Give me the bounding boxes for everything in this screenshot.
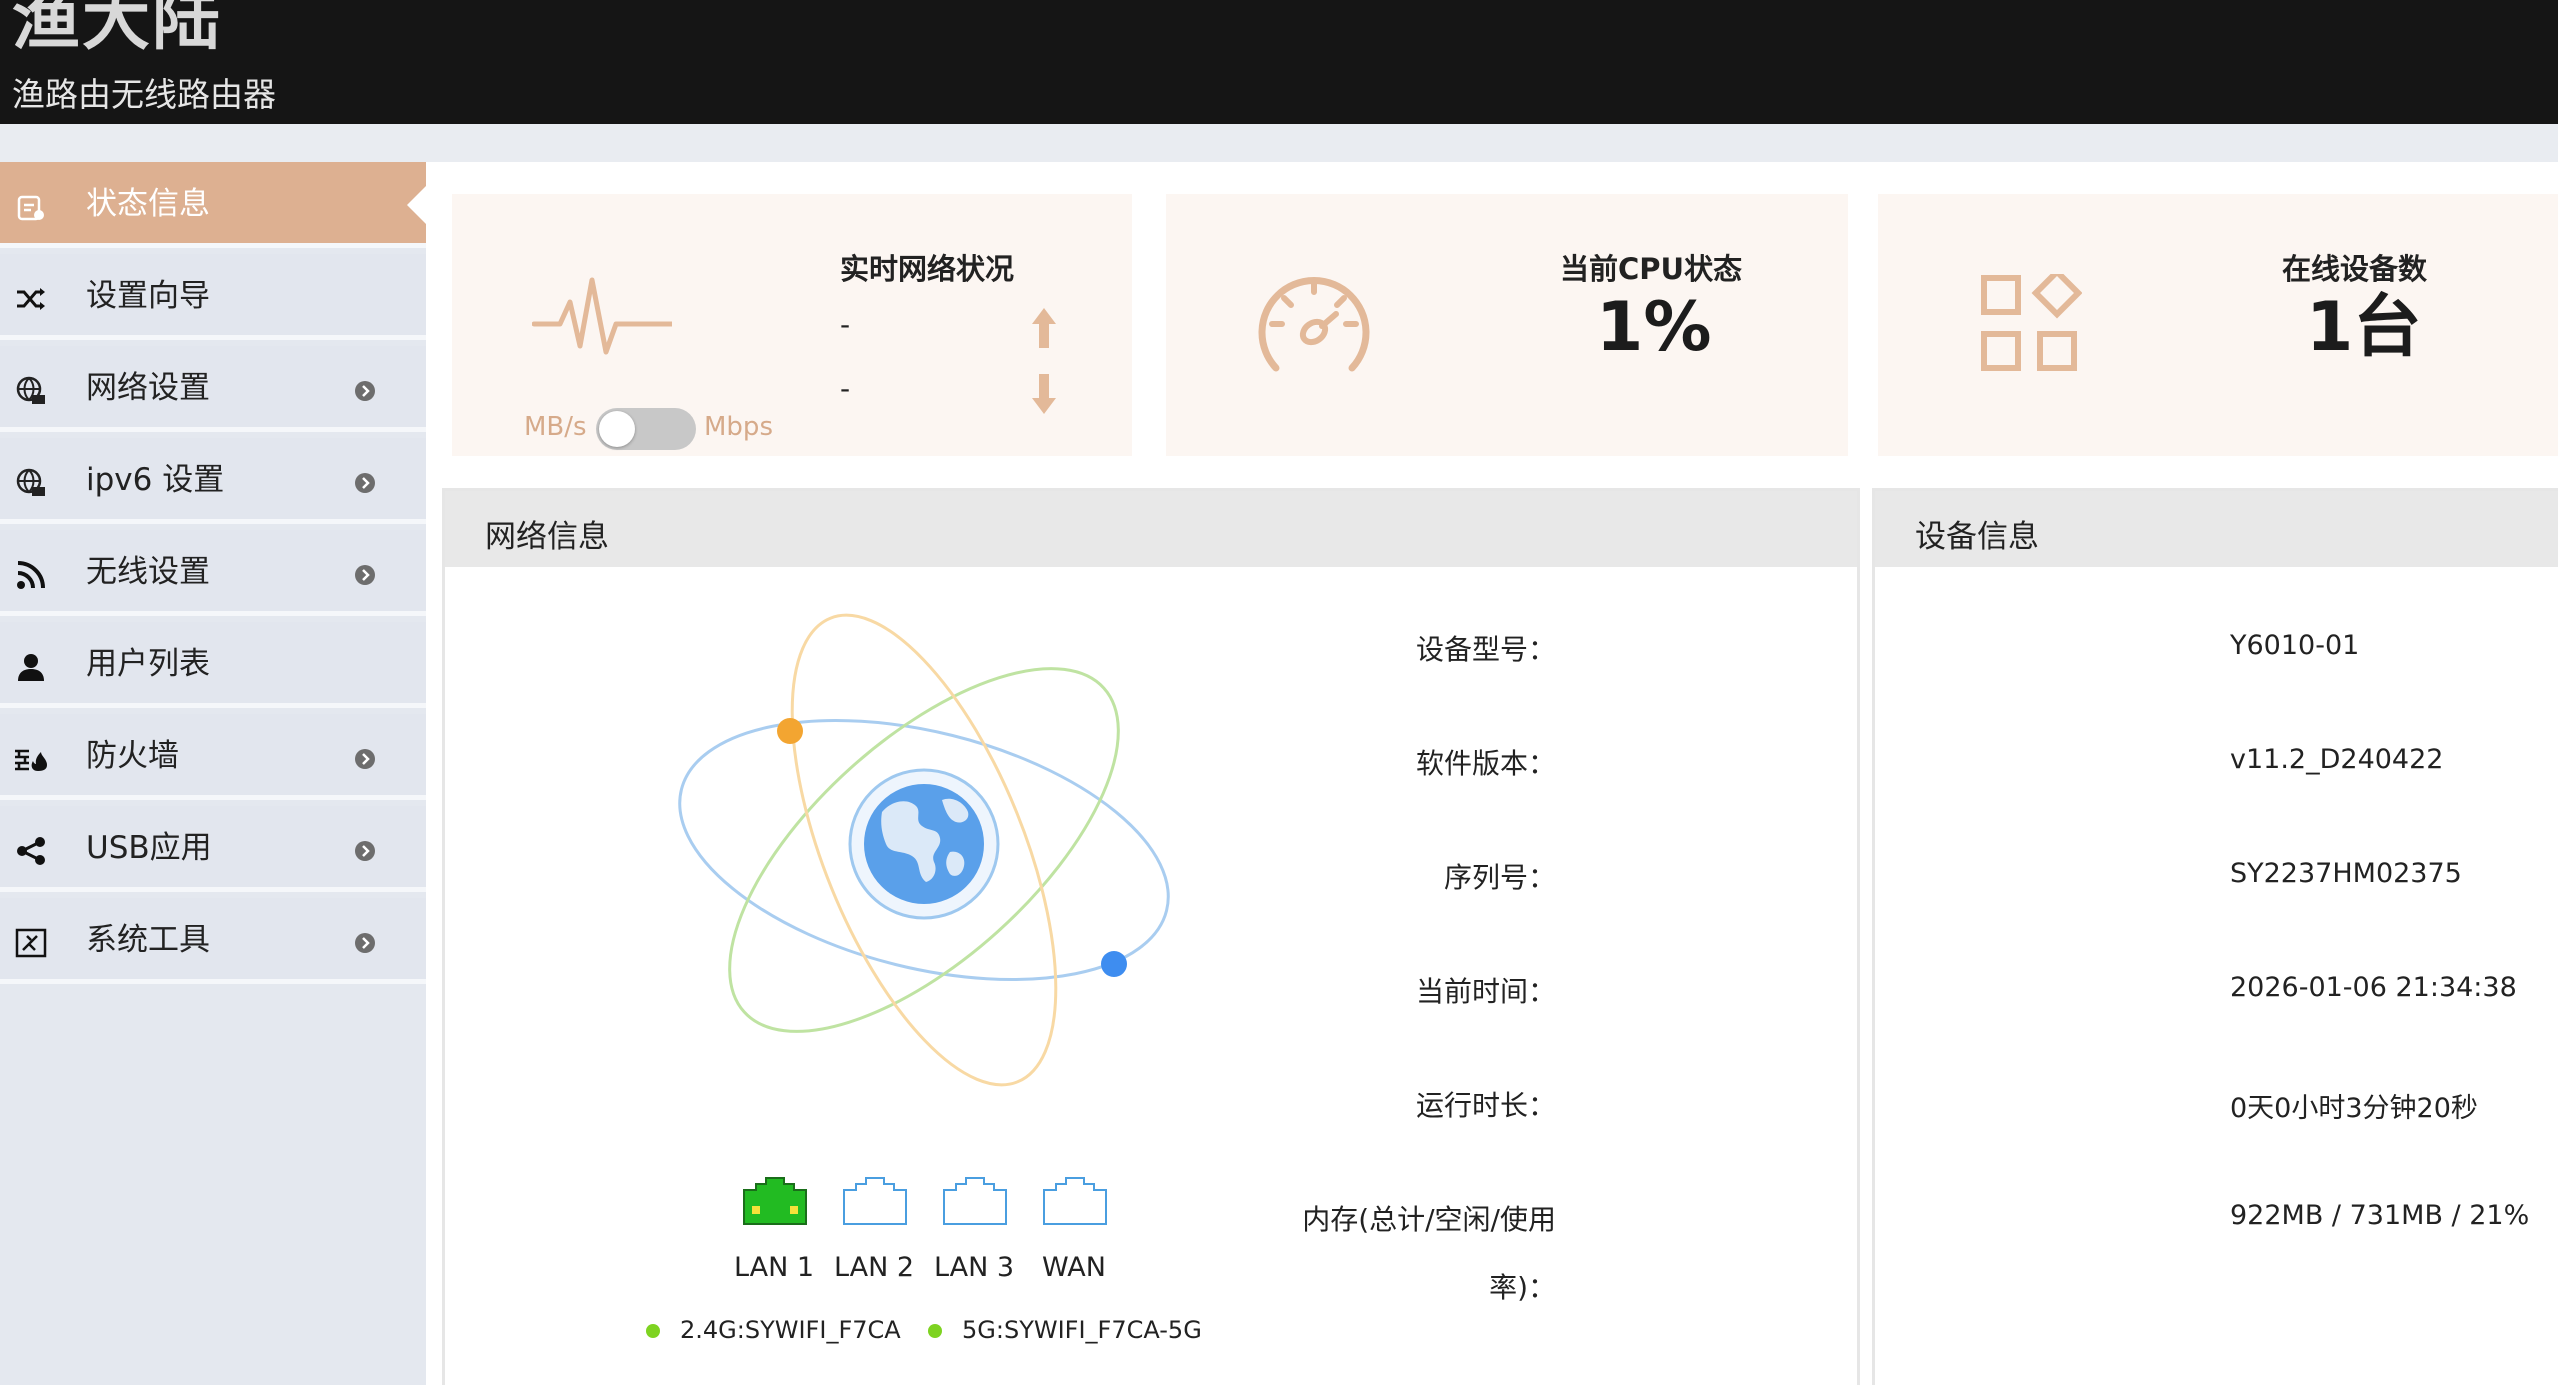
sidebar-item-label: 系统工具 xyxy=(86,922,210,958)
device-model-label: 设备型号： xyxy=(1415,633,1556,666)
chevron-right-icon xyxy=(355,841,375,861)
sidebar-item-usb[interactable]: USB应用 xyxy=(0,806,426,892)
apps-grid-icon xyxy=(1981,274,2082,371)
chevron-right-icon xyxy=(355,381,375,401)
port-label-lan1: LAN 1 xyxy=(733,1252,815,1283)
device-info-panel: 设备信息 xyxy=(1872,488,2558,1385)
unit-toggle[interactable] xyxy=(596,408,696,450)
unit-mbps-label: Mbps xyxy=(704,412,773,442)
sidebar-item-label: ipv6 设置 xyxy=(86,462,225,498)
sidebar-item-wizard[interactable]: 设置向导 xyxy=(0,254,426,340)
sidebar-item-label: 状态信息 xyxy=(86,186,210,222)
unit-mbs-label: MB/s xyxy=(524,412,587,442)
globe-network-icon xyxy=(14,466,48,500)
network-orbit-graphic xyxy=(678,613,1170,1087)
globe-network-icon xyxy=(14,374,48,408)
speedometer-icon xyxy=(1258,277,1370,372)
sidebar-item-label: 网络设置 xyxy=(86,370,210,406)
network-info-title: 网络信息 xyxy=(485,519,609,555)
ssid-5g: 5G:SYWIFI_F7CA-5G xyxy=(962,1316,1202,1344)
brand-subtitle: 渔路由无线路由器 xyxy=(12,75,276,114)
arrow-up-icon xyxy=(1032,308,1056,348)
heartbeat-icon xyxy=(532,277,672,355)
device-model-value: Y6010-01 xyxy=(2230,630,2360,661)
brand-logo: 渔大陆 xyxy=(12,0,223,60)
arrow-down-icon xyxy=(1032,374,1056,414)
memory-value: 922MB / 731MB / 21% xyxy=(2230,1200,2530,1231)
uptime-label: 运行时长： xyxy=(1415,1089,1556,1122)
serial-number-value: SY2237HM02375 xyxy=(2230,858,2462,889)
chevron-right-icon xyxy=(355,473,375,493)
chevron-right-icon xyxy=(355,565,375,585)
shuffle-icon xyxy=(14,282,48,316)
device-info-title: 设备信息 xyxy=(1915,519,2039,555)
online-devices-title: 在线设备数 xyxy=(2282,252,2428,286)
ssid-status-dot xyxy=(646,1324,660,1338)
network-info-header: 网络信息 xyxy=(445,491,1857,567)
sidebar-item-label: 用户列表 xyxy=(86,646,210,682)
toggle-knob xyxy=(599,411,635,447)
cpu-status-title: 当前CPU状态 xyxy=(1560,252,1743,286)
sidebar: 状态信息 设置向导 网络设置 ipv6 设置 无线设置 用户列表 防火墙 USB… xyxy=(0,162,426,1385)
sidebar-item-system-tools[interactable]: 系统工具 xyxy=(0,898,426,984)
serial-number-label: 序列号： xyxy=(1443,861,1556,894)
tools-icon xyxy=(14,926,48,960)
firewall-icon xyxy=(14,742,48,776)
sidebar-item-firewall[interactable]: 防火墙 xyxy=(0,714,426,800)
sidebar-item-status[interactable]: 状态信息 xyxy=(0,162,426,248)
sidebar-item-label: 防火墙 xyxy=(86,738,179,774)
current-time-value: 2026-01-06 21:34:38 xyxy=(2230,972,2517,1003)
lan1-port-icon xyxy=(743,1177,807,1225)
sidebar-item-label: 无线设置 xyxy=(86,554,210,590)
cpu-usage-value: 1% xyxy=(1596,288,1712,367)
sidebar-item-wireless[interactable]: 无线设置 xyxy=(0,530,426,616)
sidebar-item-label: USB应用 xyxy=(86,830,212,866)
wan-port-icon xyxy=(1043,1177,1107,1225)
port-label-lan2: LAN 2 xyxy=(833,1252,915,1283)
network-status-title: 实时网络状况 xyxy=(840,252,1015,286)
memory-label-cont: 率)： xyxy=(1489,1271,1556,1304)
firmware-version-label: 软件版本： xyxy=(1415,747,1556,780)
chevron-right-icon xyxy=(355,933,375,953)
lan2-port-icon xyxy=(843,1177,907,1225)
user-icon xyxy=(14,650,48,684)
download-rate: - xyxy=(840,372,851,405)
sidebar-item-label: 设置向导 xyxy=(86,278,210,314)
chevron-right-icon xyxy=(355,749,375,769)
port-label-lan3: LAN 3 xyxy=(933,1252,1015,1283)
sidebar-item-users[interactable]: 用户列表 xyxy=(0,622,426,708)
wifi-signal-icon xyxy=(14,558,48,592)
sidebar-item-network[interactable]: 网络设置 xyxy=(0,346,426,432)
firmware-version-value: v11.2_D240422 xyxy=(2230,744,2444,775)
ssid-status-dot xyxy=(928,1324,942,1338)
device-info-header: 设备信息 xyxy=(1875,491,2558,567)
port-label-wan: WAN xyxy=(1042,1252,1106,1283)
online-devices-value: 1台 xyxy=(2306,288,2422,367)
top-header: 渔大陆 渔路由无线路由器 xyxy=(0,0,2558,124)
sidebar-item-ipv6[interactable]: ipv6 设置 xyxy=(0,438,426,524)
ssid-24g: 2.4G:SYWIFI_F7CA xyxy=(680,1316,901,1344)
current-time-label: 当前时间： xyxy=(1415,975,1556,1008)
memory-label: 内存(总计/空闲/使用 xyxy=(1302,1203,1556,1236)
lan3-port-icon xyxy=(943,1177,1007,1225)
upload-rate: - xyxy=(840,308,851,341)
dashboard-icon xyxy=(14,190,48,224)
share-icon xyxy=(14,834,48,868)
uptime-value: 0天0小时3分钟20秒 xyxy=(2230,1093,2478,1124)
